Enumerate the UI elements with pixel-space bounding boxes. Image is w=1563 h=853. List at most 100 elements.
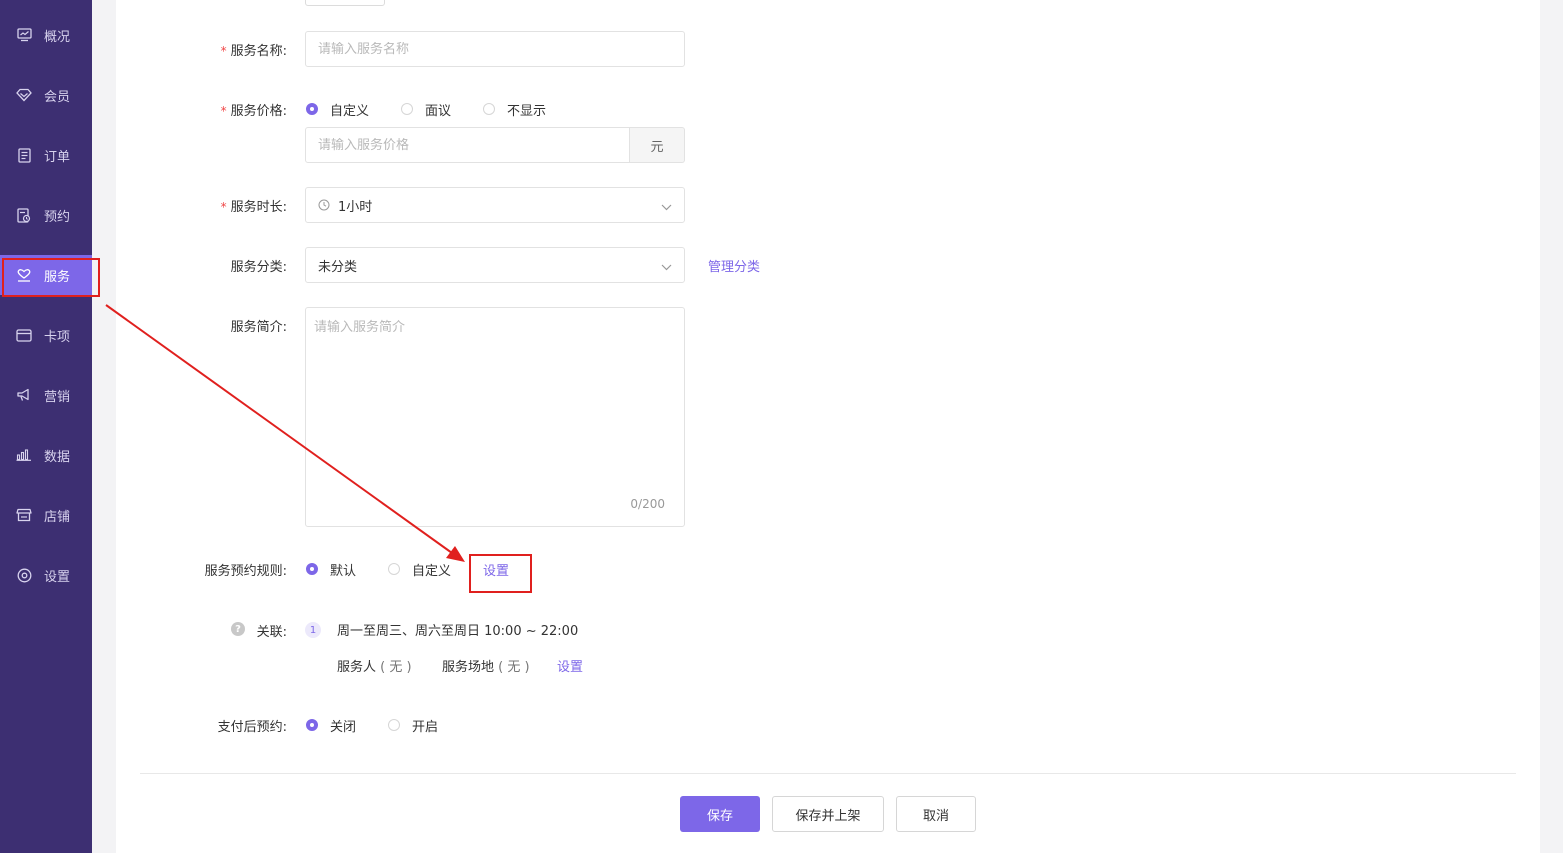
sidebar-item-label: 会员: [44, 89, 71, 105]
save-button[interactable]: 保存: [680, 796, 760, 832]
sidebar-item-label: 概况: [44, 29, 71, 45]
service-price-input-wrapper: [305, 127, 630, 163]
sidebar-item-label: 店铺: [44, 509, 71, 525]
appointment-icon: [16, 207, 32, 223]
relation-index-badge: 1: [305, 622, 321, 638]
service-intro-label: 服务简介:: [230, 320, 287, 335]
card-icon: [16, 327, 32, 343]
service-duration-label: * 服务时长:: [221, 196, 287, 215]
radio-label: 不显示: [507, 103, 547, 119]
sidebar-item-card[interactable]: 卡项: [0, 315, 92, 355]
radio-label: 面议: [425, 103, 452, 119]
save-publish-button[interactable]: 保存并上架: [772, 796, 884, 832]
pay-booking-radio-on[interactable]: 开启: [388, 716, 438, 735]
service-category-label: 服务分类:: [230, 260, 287, 275]
radio-label: 关闭: [330, 719, 357, 735]
price-radio-negotiable[interactable]: 面议: [401, 100, 451, 119]
price-type-radio-group: 自定义 面议 不显示: [306, 99, 546, 119]
booking-rule-radio-custom[interactable]: 自定义: [388, 560, 451, 579]
sidebar-item-label: 订单: [44, 149, 71, 165]
service-price-label-text: 服务价格:: [230, 104, 287, 119]
venue-label: 服务场地: [442, 660, 495, 675]
relation-staff: 服务人 ( 无 ): [337, 656, 412, 675]
venue-value: ( 无 ): [498, 660, 530, 675]
radio-dot[interactable]: [388, 719, 401, 731]
sidebar-item-order[interactable]: 订单: [0, 135, 92, 175]
sidebar-item-data[interactable]: 数据: [0, 435, 92, 475]
radio-dot[interactable]: [401, 103, 414, 115]
radio-label: 自定义: [412, 563, 452, 579]
booking-rule-label: 服务预约规则:: [204, 564, 287, 579]
relation-label: 关联:: [256, 625, 287, 640]
manage-category-link[interactable]: 管理分类: [708, 256, 760, 275]
pay-booking-radio-off[interactable]: 关闭: [306, 716, 356, 735]
booking-rule-radio-default[interactable]: 默认: [306, 560, 356, 579]
service-category-select[interactable]: 未分类: [305, 247, 685, 283]
pay-booking-label: 支付后预约:: [217, 720, 287, 735]
relation-settings-link[interactable]: 设置: [557, 656, 583, 675]
sidebar-item-settings[interactable]: 设置: [0, 555, 92, 595]
staff-label: 服务人: [337, 660, 377, 675]
annotation-box-settings-link: [469, 554, 532, 593]
char-counter: 0/200: [630, 497, 665, 511]
chevron-down-icon: [661, 260, 672, 275]
staff-value: ( 无 ): [380, 660, 412, 675]
pay-booking-radio-group: 关闭 开启: [306, 715, 438, 735]
clock-icon: [318, 199, 330, 211]
service-name-label-text: 服务名称:: [230, 44, 287, 59]
service-price-input[interactable]: [318, 137, 617, 153]
store-icon: [16, 507, 32, 523]
footer-divider: [140, 773, 1516, 774]
question-help-icon[interactable]: ?: [231, 622, 245, 636]
megaphone-icon: [16, 387, 32, 403]
sidebar-item-label: 预约: [44, 209, 71, 225]
relation-schedule: 周一至周三、周六至周日 10:00 ~ 22:00: [337, 624, 579, 639]
sidebar-item-marketing[interactable]: 营销: [0, 375, 92, 415]
service-name-label: * 服务名称:: [221, 40, 287, 59]
sidebar-item-store[interactable]: 店铺: [0, 495, 92, 535]
service-duration-value: 1小时: [338, 199, 373, 215]
service-price-label: * 服务价格:: [221, 100, 287, 119]
sidebar-item-appointment[interactable]: 预约: [0, 195, 92, 235]
sidebar-item-label: 营销: [44, 389, 71, 405]
overview-chart-icon: [16, 27, 32, 43]
required-mark: *: [220, 44, 227, 58]
radio-dot[interactable]: [306, 563, 318, 575]
sidebar: 概况 会员 订单 预约 服务 卡项 营销 数据 店铺 设置: [0, 0, 92, 853]
sidebar-item-label: 设置: [44, 569, 71, 585]
service-intro-textarea[interactable]: [314, 316, 676, 526]
radio-dot[interactable]: [306, 103, 318, 115]
service-duration-label-text: 服务时长:: [230, 200, 287, 215]
annotation-box-service-nav: [2, 258, 100, 297]
service-form-card: *服务名称: *服务价格: 自定义 面议 不显示 元 *服务时长: 1小时 服务…: [116, 0, 1540, 853]
radio-dot[interactable]: [388, 563, 401, 575]
service-duration-select[interactable]: 1小时: [305, 187, 685, 223]
radio-label: 自定义: [330, 103, 370, 119]
cancel-button[interactable]: 取消: [896, 796, 976, 832]
price-unit-suffix: 元: [630, 127, 685, 163]
radio-label: 默认: [330, 563, 357, 579]
booking-rule-radio-group: 默认 自定义: [306, 559, 451, 579]
price-radio-custom[interactable]: 自定义: [306, 100, 369, 119]
sidebar-item-overview[interactable]: 概况: [0, 15, 92, 55]
sidebar-item-label: 卡项: [44, 329, 71, 345]
radio-dot[interactable]: [306, 719, 318, 731]
chevron-down-icon: [661, 200, 672, 215]
service-category-value: 未分类: [318, 259, 358, 275]
settings-icon: [16, 567, 32, 583]
price-radio-hidden[interactable]: 不显示: [483, 100, 546, 119]
diamond-icon: [16, 87, 32, 103]
sidebar-item-member[interactable]: 会员: [0, 75, 92, 115]
order-list-icon: [16, 147, 32, 163]
radio-label: 开启: [412, 719, 439, 735]
required-mark: *: [220, 104, 227, 118]
sidebar-item-label: 数据: [44, 449, 71, 465]
radio-dot[interactable]: [483, 103, 496, 115]
service-intro-textarea-wrapper: 0/200: [305, 307, 685, 527]
service-name-input[interactable]: [318, 41, 672, 57]
required-mark: *: [220, 200, 227, 214]
bar-chart-icon: [16, 447, 32, 463]
service-name-input-wrapper: [305, 31, 685, 67]
previous-field-edge: [305, 0, 385, 6]
relation-venue: 服务场地 ( 无 ): [442, 656, 530, 675]
